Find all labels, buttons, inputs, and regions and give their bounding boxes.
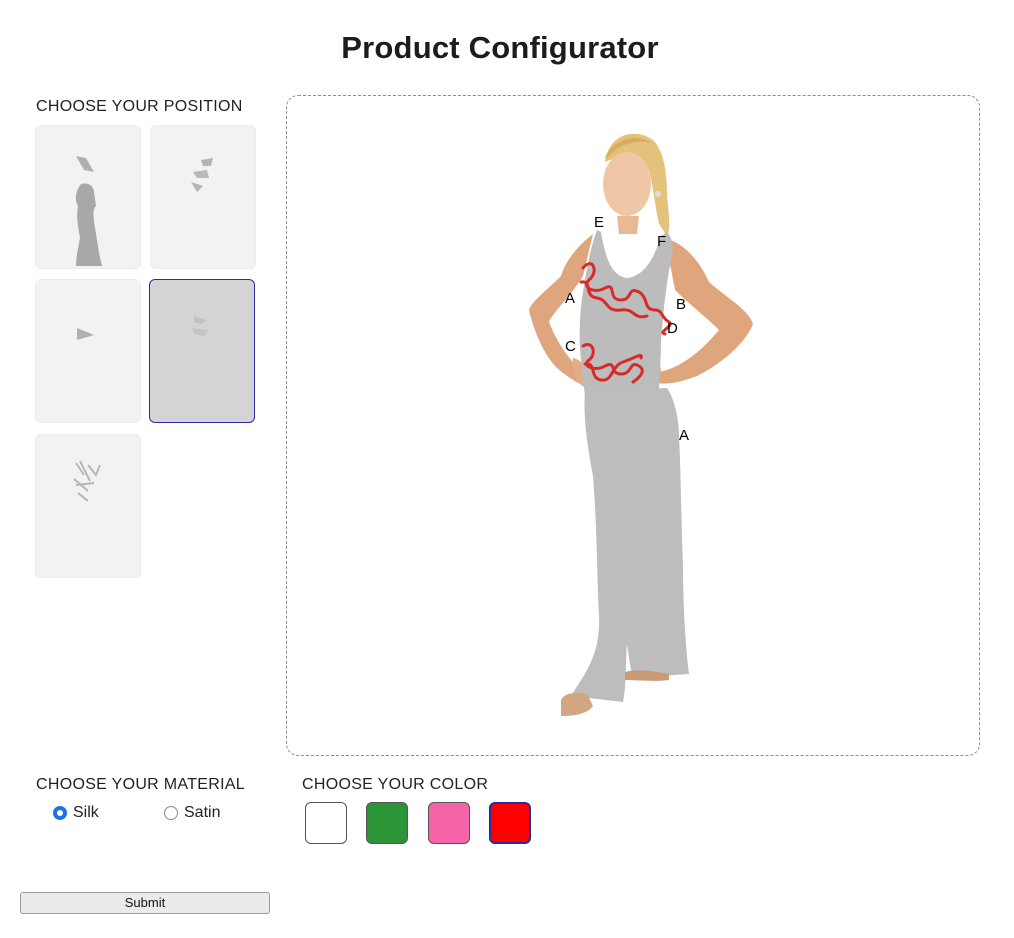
dress-silhouette-icon [75,156,102,266]
waist-piece-icon [77,328,94,340]
product-preview-canvas: E F A B D C A [286,95,980,756]
color-swatch-pink[interactable] [428,802,470,844]
position-thumb-2[interactable] [150,125,256,269]
satin-radio[interactable] [164,806,178,820]
zone-label-e[interactable]: E [594,214,604,231]
silk-label: Silk [73,804,99,821]
color-swatch-green[interactable] [366,802,408,844]
satin-label: Satin [184,804,221,821]
bodice-piece-icon [192,316,208,336]
shoulder-piece-icon [191,158,213,192]
position-thumb-5[interactable] [35,434,141,578]
position-thumb-4[interactable] [149,279,255,423]
zone-label-c[interactable]: C [565,338,576,355]
position-thumb-1[interactable] [35,125,141,269]
zone-label-a-lower[interactable]: A [679,427,689,444]
position-thumb-3[interactable] [35,279,141,423]
color-swatch-white[interactable] [305,802,347,844]
product-configurator-page: Product Configurator CHOOSE YOUR POSITIO… [0,0,1014,938]
material-section-label: CHOOSE YOUR MATERIAL [36,776,245,793]
zone-label-f[interactable]: F [657,233,666,250]
zone-label-a-upper[interactable]: A [565,290,575,307]
color-swatch-red[interactable] [489,802,531,844]
material-option-satin[interactable]: Satin [164,804,220,822]
position-section-label: CHOOSE YOUR POSITION [36,98,243,115]
submit-button[interactable]: Submit [20,892,270,914]
material-option-silk[interactable]: Silk [53,804,99,822]
color-section-label: CHOOSE YOUR COLOR [302,776,489,793]
zone-label-d[interactable]: D [667,320,678,337]
straps-piece-icon [73,460,101,502]
silk-radio[interactable] [53,806,67,820]
page-title: Product Configurator [341,30,659,65]
model-preview-image [529,133,753,716]
zone-label-b[interactable]: B [676,296,686,313]
